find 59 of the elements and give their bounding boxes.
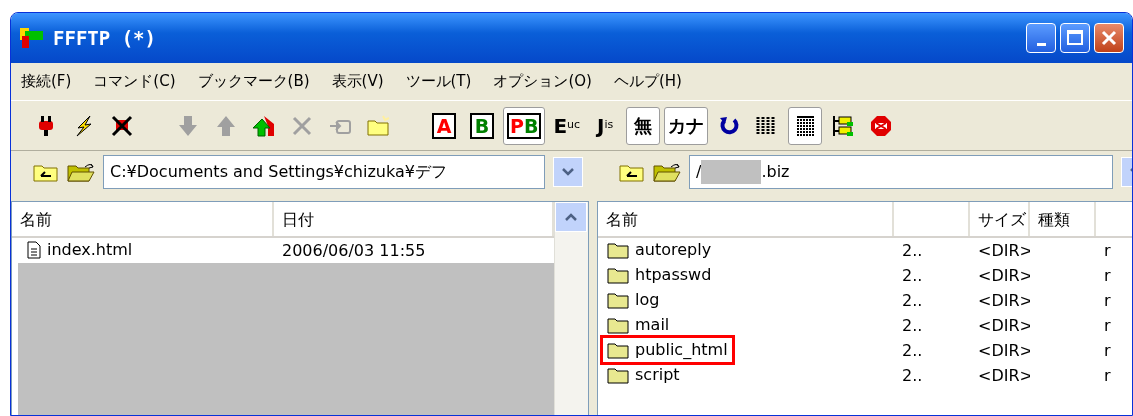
scrollbar[interactable] [554,202,588,415]
path-text: .biz [761,161,790,183]
close-icon [1101,30,1117,46]
folder-icon [607,341,629,359]
date-cell-text: 2.. [901,339,924,362]
path-field[interactable]: / .biz [689,155,1113,189]
menu-item[interactable]: 表示(V) [331,70,384,93]
file-icon [27,241,41,259]
toolbar-button[interactable]: 無 [626,106,661,145]
dropdown-button[interactable] [553,157,583,187]
folder-icon [607,366,629,384]
stop-icon [869,113,894,138]
folder-icon [607,241,629,259]
details-view-button[interactable] [788,106,823,145]
file-date: 2006/06/03 11:55 [281,239,427,262]
close-button[interactable] [1094,23,1124,53]
toolbar-button[interactable]: カナ [664,106,709,145]
menu-item[interactable]: ツール(T) [405,70,472,93]
date-cell-text: 2.. [901,364,924,387]
attribute-cell-text: r [1103,364,1112,387]
menu-item[interactable]: ヘルプ(H) [613,70,682,93]
tree-icon [831,113,856,138]
date-cell-text: 2.. [901,239,924,262]
attribute-cell-text: r [1103,264,1112,287]
attribute-cell-text: r [1103,339,1112,362]
date-cell-text: 2.. [901,264,924,287]
column-header[interactable]: サイズ [970,202,1030,236]
toolbar-button[interactable]: PB [503,106,546,145]
date-cell-text: 2.. [901,314,924,337]
column-header[interactable]: 種類 [1030,202,1096,236]
attribute-cell-text: r [1103,239,1112,262]
download-arrow-icon [176,113,200,138]
menu-item[interactable]: 接続(F) [21,70,72,93]
new-folder-icon [366,113,390,138]
column-header[interactable]: 名前 [12,202,274,236]
minimize-button[interactable] [1026,23,1056,53]
attribute-cell-text: r [1103,289,1112,312]
minimize-icon [1036,42,1046,46]
window-title: FFFTP (*) [53,25,156,51]
maximize-icon [1067,30,1083,46]
path-field[interactable]: C:¥Documents and Settings¥chizuka¥デフ [103,155,545,189]
folder-icon [607,291,629,309]
date-cell-text: 2.. [901,289,924,312]
folder-icon [607,316,629,334]
app-logo-icon [19,26,45,50]
mirror-upload-icon [252,113,276,138]
menu-item[interactable]: コマンド(C) [93,70,176,93]
disconnect-icon [110,113,134,138]
folder-icon [607,266,629,284]
column-header[interactable]: 名前 [598,202,894,236]
file-name[interactable]: index.html [20,235,140,265]
menu-item[interactable]: ブックマーク(B) [197,70,310,93]
attribute-cell-text: r [1103,314,1112,337]
maximize-button[interactable] [1060,23,1090,53]
chevron-up-icon [564,212,578,222]
folder-name[interactable]: public_html [600,335,735,365]
chevron-down-icon [561,167,575,177]
path-text: / [696,161,702,183]
menu-item[interactable]: オプション(O) [493,70,592,93]
